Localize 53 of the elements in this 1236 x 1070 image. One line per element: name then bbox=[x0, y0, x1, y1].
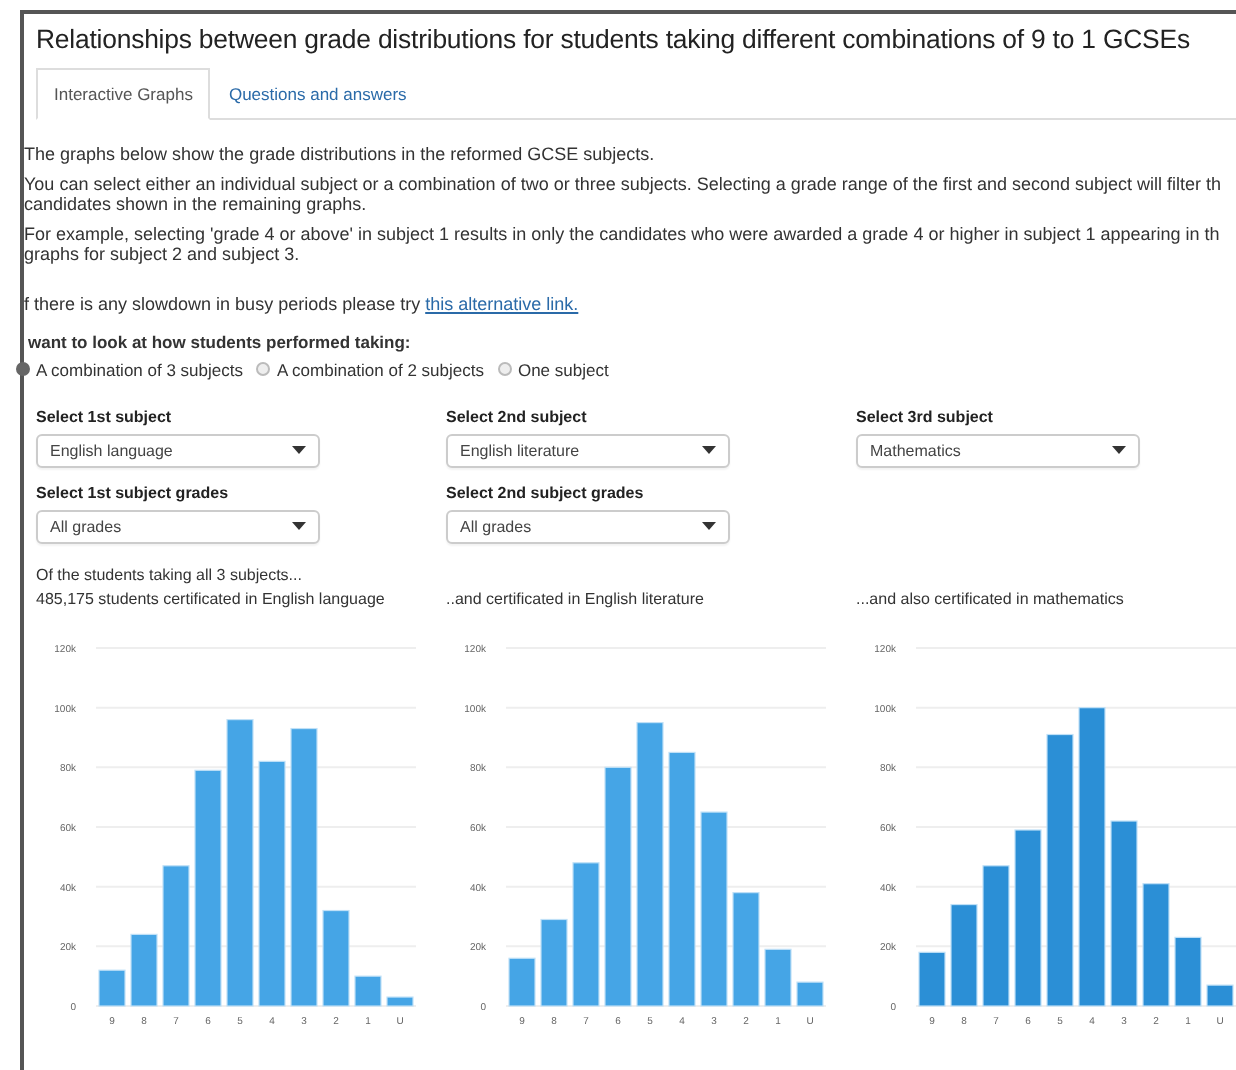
grade-bar bbox=[950, 902, 978, 1006]
body-text: You can select either an individual subject or a combination of two or three subjects. Selecting a grade range of the first and second subject will filter th bbox=[24, 173, 1224, 194]
chart-caption: ..and certificated in English literature bbox=[446, 589, 706, 607]
option-label: A combination of 3 subjects bbox=[36, 359, 243, 379]
grade-bar bbox=[796, 980, 824, 1006]
question-label: want to look at how students performed taking: bbox=[28, 331, 413, 351]
caret-icon bbox=[702, 522, 716, 530]
grade-bar bbox=[918, 950, 946, 1006]
grade-bar bbox=[322, 908, 350, 1006]
page-title: Relationships between grade distributions for students taking different combinations of 9 to 1 GCSEs bbox=[34, 22, 1192, 54]
radio-button[interactable] bbox=[497, 362, 512, 376]
tab[interactable]: Interactive Graphs bbox=[36, 68, 211, 120]
select-label: Select 1st subject grades bbox=[36, 483, 231, 501]
body-text: graphs for subject 2 and subject 3. bbox=[24, 244, 302, 265]
intro-text: Of the students taking all 3 subjects... bbox=[36, 565, 304, 583]
dropdown[interactable]: All grades bbox=[36, 509, 320, 543]
body-text: For example, selecting 'grade 4 or above' in subject 1 results in only the candidates who were awarded a grade 4 or higher in subject 1 appearing in th bbox=[24, 223, 1222, 244]
grade-bar bbox=[354, 974, 382, 1006]
caret-icon bbox=[1112, 446, 1126, 454]
dropdown[interactable]: English language bbox=[36, 433, 320, 467]
option-label: A combination of 2 subjects bbox=[276, 359, 484, 379]
body-text: candidates shown in the remaining graphs. bbox=[24, 194, 369, 215]
caret-icon bbox=[292, 446, 306, 454]
option-label: One subject bbox=[517, 359, 609, 379]
alternative-link[interactable]: this alternative link. bbox=[425, 293, 579, 313]
grade-bar bbox=[508, 956, 536, 1006]
chart-caption: ...and also certificated in mathematics bbox=[856, 589, 1126, 607]
caret-icon bbox=[702, 446, 716, 454]
grade-bar bbox=[982, 864, 1010, 1006]
chart-caption: 485,175 students certificated in English language bbox=[36, 589, 387, 607]
body-text: The graphs below show the grade distributions in the reformed GCSE subjects. bbox=[24, 144, 657, 165]
grade-bar bbox=[764, 947, 792, 1006]
dropdown[interactable]: English literature bbox=[446, 433, 730, 467]
radio-button[interactable] bbox=[256, 362, 271, 376]
grade-bar bbox=[540, 917, 568, 1006]
grade-bar bbox=[130, 932, 158, 1006]
radio-button[interactable] bbox=[16, 362, 30, 376]
caret-icon bbox=[292, 522, 306, 530]
grade-bar bbox=[162, 864, 190, 1006]
select-label: Select 1st subject bbox=[36, 407, 174, 425]
dropdown[interactable]: Mathematics bbox=[856, 433, 1140, 467]
tab[interactable]: Questions and answers bbox=[210, 68, 425, 120]
select-label: Select 3rd subject bbox=[856, 407, 995, 425]
grade-bar bbox=[732, 891, 760, 1006]
grade-bar bbox=[1206, 983, 1234, 1006]
grade-bar bbox=[1174, 935, 1202, 1006]
dropdown[interactable]: All grades bbox=[446, 509, 730, 543]
grade-bar bbox=[1142, 882, 1170, 1006]
select-label: Select 2nd subject grades bbox=[446, 483, 646, 501]
select-label: Select 2nd subject bbox=[446, 407, 589, 425]
grade-bar bbox=[98, 968, 126, 1006]
body-text: f there is any slowdown in busy periods please try this alternative link. bbox=[24, 293, 581, 313]
grade-bar bbox=[386, 995, 414, 1006]
